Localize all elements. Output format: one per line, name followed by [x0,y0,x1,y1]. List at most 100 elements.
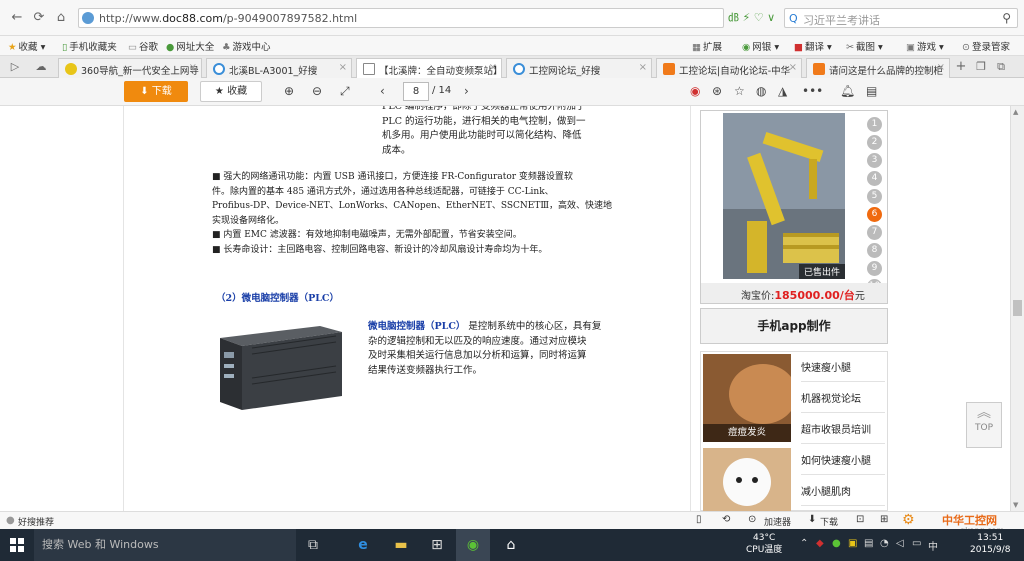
message-icon[interactable]: ▤ [866,84,877,98]
back-to-top-button[interactable]: ︽ TOP [966,402,1002,448]
robot-arm-image[interactable]: 已售出件 [723,113,845,279]
tray-app-icon[interactable]: ▤ [864,538,873,549]
scroll-thumb[interactable] [1013,300,1022,316]
refresh-icon[interactable]: ⟲ [722,514,730,525]
fav-screenshot[interactable]: ✂ 截图 ▾ [846,39,883,53]
ad-page-number[interactable]: 7 [867,225,882,240]
close-icon[interactable]: × [339,62,347,73]
fullscreen-icon[interactable]: ⤢ [340,84,350,99]
page-number-input[interactable]: 8 [403,82,429,101]
search-input[interactable]: Q 习近平兰考讲话 ⚲ [784,8,1018,28]
search-engine-icon[interactable]: Q [789,12,798,25]
status-left[interactable]: 好搜推荐 [18,515,54,528]
favorite-star-icon[interactable]: ☆ [734,84,745,98]
notification-icon[interactable]: ▭ [912,538,921,549]
product-ad[interactable]: 已售出件 1 2 3 4 5 6 7 8 9 10 淘宝价:185000.00/… [700,110,888,304]
status-tool-icon[interactable]: ⊡ [856,514,864,525]
close-icon[interactable]: × [789,62,797,73]
ad-page-number[interactable]: 4 [867,171,882,186]
more-icon[interactable]: ••• [802,84,823,98]
fav-translate[interactable]: ■ 翻译 ▾ [794,39,832,53]
zoom-out-icon[interactable]: ⊖ [312,84,322,98]
search-icon[interactable]: ⚲ [1002,11,1011,25]
tab-list-icon[interactable]: ⧉ [992,58,1010,76]
refresh-icon[interactable]: ⟳ [30,9,48,27]
fav-bank[interactable]: ◉ 网银 ▾ [742,39,779,53]
accelerator-label[interactable]: 加速器 [764,515,791,528]
fav-web-all[interactable]: ● 网址大全 [166,39,214,53]
clock[interactable]: 13:51 2015/9/8 [970,532,1010,556]
ad-page-number[interactable]: 3 [867,153,882,168]
close-icon[interactable]: × [639,62,647,73]
zoom-in-icon[interactable]: ⊕ [284,84,294,98]
tencent-weibo-icon[interactable]: ⊛ [712,84,722,98]
new-tab-icon[interactable]: + [952,58,970,76]
close-icon[interactable]: × [189,62,197,73]
wechat-icon[interactable]: ◍ [756,84,766,98]
ad-page-number[interactable]: 8 [867,243,882,258]
ad-page-number[interactable]: 9 [867,261,882,276]
share-icon[interactable]: ◮ [778,84,787,98]
recommend-link[interactable]: 超市收银员培训 [801,418,885,444]
task-view-icon[interactable]: ⧉ [296,529,330,561]
recommend-link[interactable]: 如何快速瘦小腿 [801,449,885,475]
home-icon[interactable]: ⌂ [52,9,70,27]
tray-antivirus-icon[interactable]: ◆ [816,538,824,549]
sidebar-toggle-icon[interactable]: ▷ [6,58,24,76]
edge-icon[interactable]: e [346,529,380,561]
download-button[interactable]: ⬇ 下载 [124,81,188,102]
ime-icon[interactable]: 中 [928,538,938,553]
status-tool-icon[interactable]: ⊞ [880,514,888,525]
recommend-link[interactable]: 机器视觉论坛 [801,387,885,413]
close-icon[interactable]: × [937,62,945,73]
recommend-image[interactable]: 痘痘发炎 [703,354,791,442]
next-page-icon[interactable]: › [464,84,469,98]
weibo-icon[interactable]: ◉ [690,84,700,98]
url-input[interactable]: http://www.doc88.com/p-9049007897582.htm… [78,8,724,28]
tray-360-icon[interactable]: ● [832,538,841,549]
scroll-down-icon[interactable]: ▼ [1013,501,1018,509]
taskbar-search[interactable]: 搜索 Web 和 Windows [34,529,296,561]
download-label[interactable]: 下载 [820,515,838,528]
tray-app-icon[interactable]: ▣ [848,538,857,549]
app-card-button[interactable]: 手机app制作 [700,308,888,344]
scroll-up-icon[interactable]: ▲ [1013,108,1018,116]
fav-collect[interactable]: ★ 收藏 ▾ [8,39,45,53]
tray-chevron-icon[interactable]: ⌃ [800,538,808,549]
phone-icon[interactable]: ▯ [696,514,702,525]
browser-360-icon[interactable]: ◉ [456,529,490,561]
tab-beixi-search[interactable]: 北溪BL-A3001_好搜 × [206,58,352,78]
restore-tab-icon[interactable]: ❐ [972,58,990,76]
ad-page-number[interactable]: 5 [867,189,882,204]
tab-gkong-search[interactable]: 工控网论坛_好搜 × [506,58,652,78]
recommend-link[interactable]: 快速瘦小腿 [801,356,885,382]
cloud-icon[interactable]: ☁ [32,58,50,76]
folder-icon[interactable]: ▬ [384,529,418,561]
close-icon[interactable]: × [489,62,497,73]
network-icon[interactable]: ◔ [880,538,889,549]
cpu-temp[interactable]: 43°C CPU温度 [746,532,782,556]
prev-page-icon[interactable]: ‹ [380,84,385,98]
back-icon[interactable]: ← [8,9,26,27]
fav-game[interactable]: ▣ 游戏 ▾ [906,39,944,53]
collect-button[interactable]: ★ 收藏 [200,81,262,102]
store-icon[interactable]: ⊞ [420,529,454,561]
tab-360-nav[interactable]: 360导航_新一代安全上网导 × [58,58,202,78]
fav-games[interactable]: ♣ 游戏中心 [222,39,271,53]
volume-icon[interactable]: ◁ [896,538,904,549]
recommend-link[interactable]: 减小腿肌肉 [801,480,885,506]
home-icon[interactable]: ⌂ [494,529,528,561]
scrollbar[interactable]: ▲ ▼ [1010,106,1024,511]
fav-extend[interactable]: ▦ 扩展 [692,39,722,53]
windows-start-icon[interactable] [10,538,24,552]
ad-page-number[interactable]: 1 [867,117,882,132]
ad-page-number[interactable]: 2 [867,135,882,150]
address-icons[interactable]: ㏈ ⚡ ♡ ∨ [728,9,775,25]
tab-cabinet[interactable]: 请问这是什么品牌的控制柜 × [806,58,950,78]
fav-google[interactable]: ▭ 谷歌 [128,39,158,53]
fav-login[interactable]: ⊙ 登录管家 [962,39,1010,53]
tab-beixi-pump[interactable]: 【北溪牌：全自动变频泵站】 × [356,58,502,78]
bell-icon[interactable]: 🔔︎ [840,84,855,98]
tab-gkong-forum[interactable]: 工控论坛|自动化论坛-中华 × [656,58,802,78]
ad-page-number-active[interactable]: 6 [867,207,882,222]
